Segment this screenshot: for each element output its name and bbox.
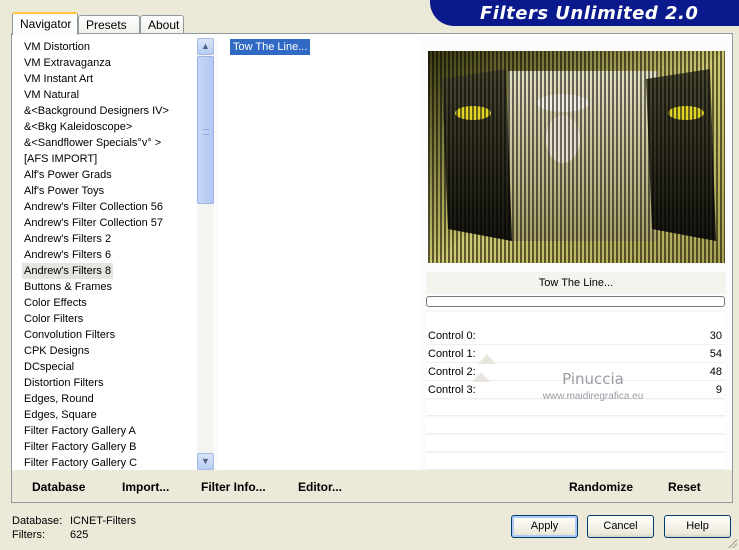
category-scrollbar[interactable]: ▲ ▼ bbox=[197, 38, 214, 470]
category-item[interactable]: Filter Factory Gallery B bbox=[22, 439, 138, 455]
category-item[interactable]: VM Distortion bbox=[22, 39, 92, 55]
database-value: ICNET-Filters bbox=[70, 515, 136, 527]
category-item[interactable]: [AFS IMPORT] bbox=[22, 151, 99, 167]
category-item[interactable]: CPK Designs bbox=[22, 343, 91, 359]
category-item[interactable]: Andrew's Filter Collection 56 bbox=[22, 199, 165, 215]
category-item[interactable]: &<Background Designers IV> bbox=[22, 103, 171, 119]
category-item[interactable]: Andrew's Filter Collection 57 bbox=[22, 215, 165, 231]
progress-bar bbox=[426, 296, 725, 307]
category-item[interactable]: Andrew's Filters 2 bbox=[22, 231, 113, 247]
control-row-empty bbox=[426, 454, 725, 470]
category-item[interactable]: Distortion Filters bbox=[22, 375, 105, 391]
category-item[interactable]: Filter Factory Gallery C bbox=[22, 455, 139, 470]
category-item[interactable]: DCspecial bbox=[22, 359, 76, 375]
database-button[interactable]: Database bbox=[32, 480, 85, 494]
control-label: Control 0: bbox=[428, 330, 476, 342]
control-row-empty bbox=[426, 312, 725, 328]
editor-button[interactable]: Editor... bbox=[298, 480, 342, 494]
scroll-thumb[interactable] bbox=[197, 56, 214, 204]
category-item[interactable]: Convolution Filters bbox=[22, 327, 117, 343]
reset-button[interactable]: Reset bbox=[668, 480, 701, 494]
category-item[interactable]: Andrew's Filters 6 bbox=[22, 247, 113, 263]
filter-list[interactable]: Tow The Line... bbox=[218, 36, 419, 470]
control-row-empty bbox=[426, 436, 725, 452]
watermark-name: Pinuccia bbox=[562, 370, 624, 388]
control-value: 9 bbox=[715, 384, 722, 396]
selected-filter-title: Tow The Line... bbox=[426, 272, 726, 294]
filter-item-selected[interactable]: Tow The Line... bbox=[228, 38, 312, 56]
scroll-up-icon[interactable]: ▲ bbox=[197, 38, 214, 55]
apply-button[interactable]: Apply bbox=[511, 515, 578, 538]
category-item[interactable]: Filter Factory Gallery A bbox=[22, 423, 138, 439]
category-item[interactable]: Andrew's Filters 8 bbox=[22, 263, 114, 279]
category-item[interactable]: Edges, Round bbox=[22, 391, 96, 407]
filter-info-button[interactable]: Filter Info... bbox=[201, 480, 266, 494]
category-item[interactable]: VM Extravaganza bbox=[22, 55, 113, 71]
help-button[interactable]: Help bbox=[664, 515, 731, 538]
preview-artwork bbox=[428, 51, 725, 263]
database-label: Database: bbox=[12, 515, 63, 527]
randomize-button[interactable]: Randomize bbox=[569, 480, 633, 494]
filters-count-value: 625 bbox=[70, 529, 89, 541]
control-row-empty bbox=[426, 418, 725, 434]
control-value: 54 bbox=[709, 348, 722, 360]
app-title-banner: Filters Unlimited 2.0 bbox=[430, 0, 739, 26]
control-label: Control 1: bbox=[428, 348, 476, 360]
category-item[interactable]: Edges, Square bbox=[22, 407, 99, 423]
category-item[interactable]: VM Instant Art bbox=[22, 71, 95, 87]
filters-count-label: Filters: bbox=[12, 529, 45, 541]
control-row-1[interactable]: Control 1: 54 bbox=[426, 345, 725, 363]
slider-thumb-icon[interactable] bbox=[472, 372, 490, 382]
cancel-button[interactable]: Cancel bbox=[587, 515, 654, 538]
category-item[interactable]: VM Natural bbox=[22, 87, 81, 103]
tab-about[interactable]: About bbox=[140, 15, 184, 34]
control-value: 30 bbox=[709, 330, 722, 342]
preview-image bbox=[428, 51, 725, 263]
tab-presets[interactable]: Presets bbox=[78, 15, 140, 34]
control-label: Control 3: bbox=[428, 384, 476, 396]
control-row-0[interactable]: Control 0: 30 bbox=[426, 327, 725, 345]
category-item[interactable]: Alf's Power Toys bbox=[22, 183, 106, 199]
category-item[interactable]: Buttons & Frames bbox=[22, 279, 114, 295]
tab-navigator[interactable]: Navigator bbox=[12, 12, 78, 35]
scroll-down-icon[interactable]: ▼ bbox=[197, 453, 214, 470]
resize-grip-icon[interactable] bbox=[727, 538, 737, 548]
category-item[interactable]: Color Effects bbox=[22, 295, 89, 311]
category-item[interactable]: Alf's Power Grads bbox=[22, 167, 114, 183]
category-item[interactable]: &<Bkg Kaleidoscope> bbox=[22, 119, 134, 135]
watermark-url: www.maidiregrafica.eu bbox=[542, 391, 644, 402]
category-item[interactable]: Color Filters bbox=[22, 311, 85, 327]
import-button[interactable]: Import... bbox=[122, 480, 169, 494]
category-item[interactable]: &<Sandflower Specials°v° > bbox=[22, 135, 163, 151]
control-row-empty bbox=[426, 400, 725, 416]
grip-icon bbox=[203, 129, 209, 135]
category-list[interactable]: VM Distortion VM Extravaganza VM Instant A… bbox=[12, 36, 213, 470]
slider-thumb-icon[interactable] bbox=[478, 354, 496, 364]
control-label: Control 2: bbox=[428, 366, 476, 378]
control-value: 48 bbox=[709, 366, 722, 378]
